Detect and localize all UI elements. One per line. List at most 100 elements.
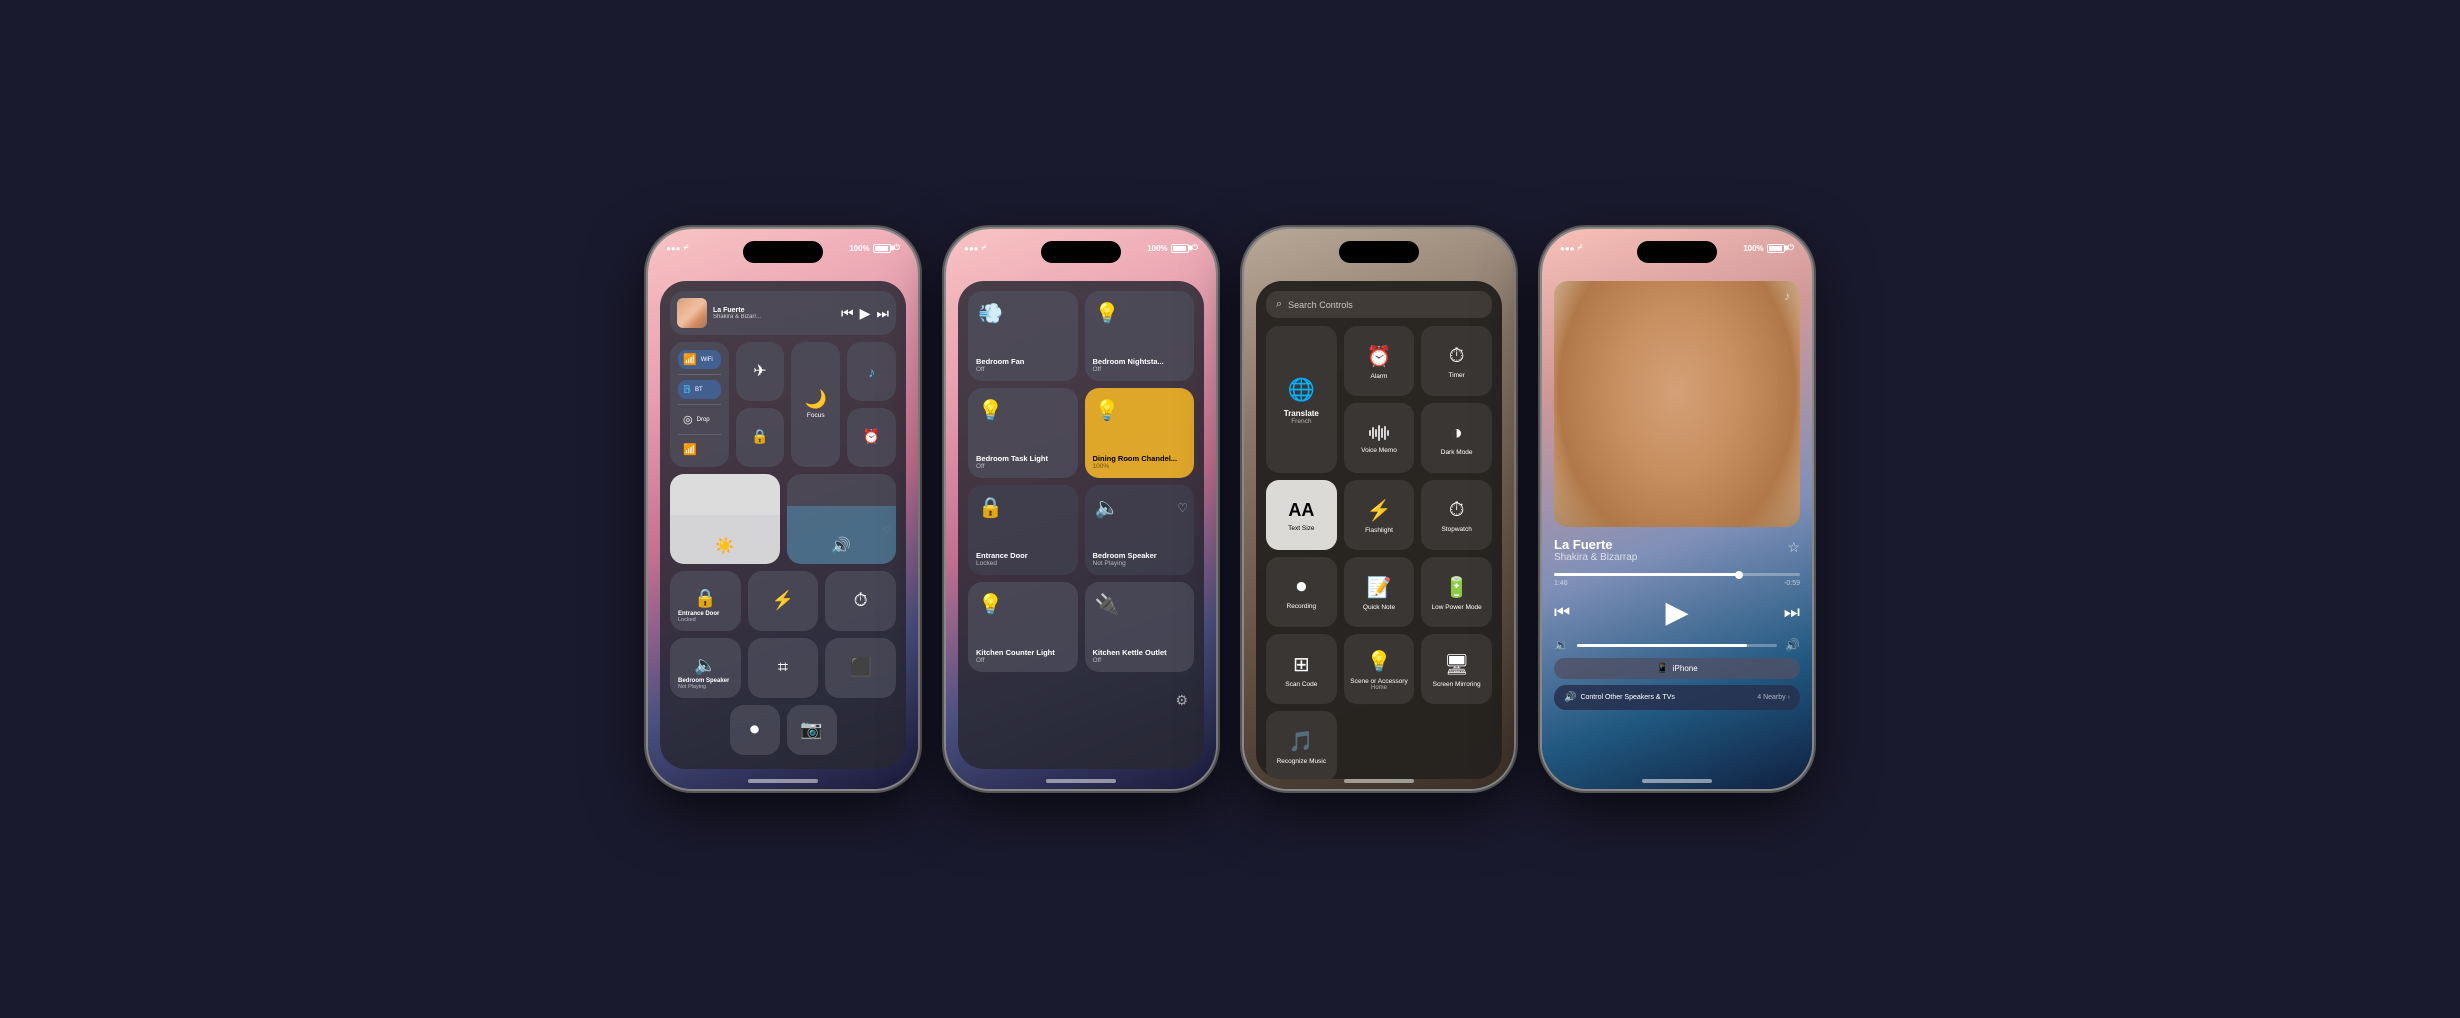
timer-tile-3[interactable]: ⏱ Timer xyxy=(1421,326,1492,396)
music-tile[interactable]: La Fuerte Shakira & Bizarr... ⏮ ▶ ⏭ ♡ xyxy=(670,291,896,335)
entrance-door-tile-2[interactable]: 🔒 Entrance Door Locked xyxy=(968,485,1078,575)
text-size-icon: AA xyxy=(1288,500,1314,521)
hotspot-icon: 📶 xyxy=(683,443,697,456)
scene-label: Scene or Accessory xyxy=(1350,678,1407,686)
focus-tile[interactable]: 🌙 Focus xyxy=(791,342,840,467)
battery-icon-2 xyxy=(1171,244,1189,253)
bedroom-speaker-tile-2[interactable]: 🔈 Bedroom Speaker Not Playing xyxy=(1085,485,1195,575)
music-note-icon-4: ♪ xyxy=(1784,289,1790,303)
play-main-btn[interactable]: ▶ xyxy=(1665,595,1688,630)
door-lock-icon: 🔒 xyxy=(694,588,716,609)
dynamic-island-3 xyxy=(1339,241,1419,263)
counterlight-title: Kitchen Counter Light xyxy=(976,648,1070,657)
signal-indicators: ●●● ⌿ xyxy=(666,243,688,253)
dark-mode-icon: ◑ xyxy=(1451,422,1463,445)
search-bar[interactable]: ⌕ Search Controls xyxy=(1266,291,1492,318)
brightness-slider[interactable]: ☀️ xyxy=(670,474,780,564)
chandelier-tile[interactable]: 💡 Dining Room Chandel... 100% xyxy=(1085,388,1195,478)
entrance-door-tile[interactable]: 🔒 Entrance Door Locked xyxy=(670,571,741,631)
song-details: La Fuerte Shakira & Bizarrap xyxy=(1554,537,1637,569)
chandelier-sub: 100% xyxy=(1093,463,1187,470)
alarm-tile-3[interactable]: ⏰ Alarm xyxy=(1344,326,1415,396)
bedroom-speaker-icon-2: 🔈 xyxy=(1095,495,1120,520)
np-song-artist: Shakira & Bizarrap xyxy=(1554,552,1637,563)
phone-3: ⌕ Search Controls 🌐 Translate French ⏰ A… xyxy=(1244,229,1514,789)
rewind-btn[interactable]: ⏮ xyxy=(841,305,854,322)
chandelier-title: Dining Room Chandel... xyxy=(1093,454,1187,463)
bedroom-speaker-tile[interactable]: 🔈 Bedroom Speaker Not Playing xyxy=(670,638,741,698)
play-btn[interactable]: ▶ xyxy=(860,305,871,322)
music-widget-tile[interactable]: ♪ xyxy=(847,342,896,401)
volume-slider[interactable]: 🔊 xyxy=(787,474,897,564)
progress-bar[interactable] xyxy=(1554,573,1800,576)
scene-icon: 💡 xyxy=(1367,649,1392,674)
star-icon[interactable]: ☆ xyxy=(1787,539,1800,556)
album-art-large: ♪ xyxy=(1554,281,1800,527)
screen-mirror-label-3: Screen Mirroring xyxy=(1433,681,1481,689)
counter-light-tile[interactable]: 💡 Kitchen Counter Light Off xyxy=(968,582,1078,672)
text-size-label: Text Size xyxy=(1288,525,1314,533)
speakers-label: Control Other Speakers & TVs xyxy=(1580,694,1674,701)
search-icon: ⌕ xyxy=(1276,298,1282,311)
device-selector[interactable]: 📱 iPhone xyxy=(1554,658,1800,679)
hotspot-toggle[interactable]: 📶 xyxy=(678,440,721,459)
remaining-time: -0:59 xyxy=(1784,580,1800,587)
album-image xyxy=(677,298,707,328)
flashlight-label-3: Flashlight xyxy=(1365,527,1393,535)
timer-tile[interactable]: ⏱ xyxy=(825,571,896,631)
brightness-icon: ☀️ xyxy=(715,536,735,556)
task-light-tile[interactable]: 💡 Bedroom Task Light Off xyxy=(968,388,1078,478)
time-display: 1:46 -0:59 xyxy=(1554,580,1800,587)
screen-mirroring-tile[interactable]: 🖥 Screen Mirroring xyxy=(1421,634,1492,704)
kettle-title: Kitchen Kettle Outlet xyxy=(1093,648,1187,657)
record-tile[interactable]: ⏺ xyxy=(730,705,780,755)
lock-tile[interactable]: 🔒 xyxy=(736,408,785,467)
speakers-bar[interactable]: 🔊 Control Other Speakers & TVs 4 Nearby … xyxy=(1554,685,1800,710)
waveform xyxy=(1369,423,1389,443)
airdrop-toggle[interactable]: ◎ Drop xyxy=(678,410,721,429)
battery-4: 100% ⏻ xyxy=(1743,243,1794,253)
quick-note-tile[interactable]: 📝 Quick Note xyxy=(1344,557,1415,627)
wifi-toggle[interactable]: 📶 WiFi xyxy=(678,350,721,369)
recording-tile[interactable]: ⏺ Recording xyxy=(1266,557,1337,627)
stopwatch-tile[interactable]: ⏱ Stopwatch xyxy=(1421,480,1492,550)
dynamic-island-2 xyxy=(1041,241,1121,263)
translate-tile[interactable]: 🌐 Translate French xyxy=(1266,326,1337,473)
rewind-main-btn[interactable]: ⏮ xyxy=(1554,602,1570,623)
settings-icon[interactable]: ⚙ xyxy=(1175,692,1188,709)
volume-bar[interactable] xyxy=(1577,644,1777,647)
flashlight-tile[interactable]: ⚡ xyxy=(748,571,819,631)
calculator-tile[interactable]: ⌗ xyxy=(748,638,819,698)
low-power-tile[interactable]: 🔋 Low Power Mode xyxy=(1421,557,1492,627)
phone-4: ●●● ⌿ 100% ⏻ ♪ La Fuerte Shakira & Bizar… xyxy=(1542,229,1812,789)
airplane-tile[interactable]: ✈ xyxy=(736,342,785,401)
fan-icon: 💨 xyxy=(978,301,1003,326)
camera-tile[interactable]: 📷 xyxy=(787,705,837,755)
text-size-tile[interactable]: AA Text Size xyxy=(1266,480,1337,550)
alarm-label-3: Alarm xyxy=(1371,373,1388,381)
bluetooth-toggle[interactable]: 𝔹 BT xyxy=(678,380,721,399)
kettle-outlet-tile[interactable]: 🔌 Kitchen Kettle Outlet Off xyxy=(1085,582,1195,672)
elapsed-time: 1:46 xyxy=(1554,580,1568,587)
stopwatch-label: Stopwatch xyxy=(1441,526,1471,534)
scan-code-tile[interactable]: ⊞ Scan Code xyxy=(1266,634,1337,704)
screen-mirror-tile[interactable]: ⬛ xyxy=(825,638,896,698)
forward-main-btn[interactable]: ⏭ xyxy=(1784,602,1800,623)
nightstand-tile[interactable]: 💡 Bedroom Nightsta... Off xyxy=(1085,291,1195,381)
dark-mode-tile[interactable]: ◑ Dark Mode xyxy=(1421,403,1492,473)
speakers-info: 🔊 Control Other Speakers & TVs xyxy=(1564,692,1675,703)
recognize-music-tile[interactable]: 🎵 Recognize Music xyxy=(1266,711,1337,779)
forward-btn[interactable]: ⏭ xyxy=(876,305,889,322)
kettle-icon: 🔌 xyxy=(1095,592,1120,617)
vol-low-icon: 🔉 xyxy=(1554,638,1569,652)
voice-memo-tile[interactable]: Voice Memo xyxy=(1344,403,1415,473)
tasklight-sub: Off xyxy=(976,463,1070,470)
nightstand-title: Bedroom Nightsta... xyxy=(1093,357,1187,366)
scene-accessory-tile[interactable]: 💡 Scene or Accessory Home xyxy=(1344,634,1415,704)
iphone-icon: 📱 xyxy=(1656,663,1668,674)
entrance-door-status: Locked xyxy=(678,617,696,623)
song-title: La Fuerte xyxy=(713,307,835,314)
alarm-tile[interactable]: ⏰ xyxy=(847,408,896,467)
flashlight-tile-3[interactable]: ⚡ Flashlight xyxy=(1344,480,1415,550)
bedroom-fan-tile[interactable]: 💨 Bedroom Fan Off xyxy=(968,291,1078,381)
